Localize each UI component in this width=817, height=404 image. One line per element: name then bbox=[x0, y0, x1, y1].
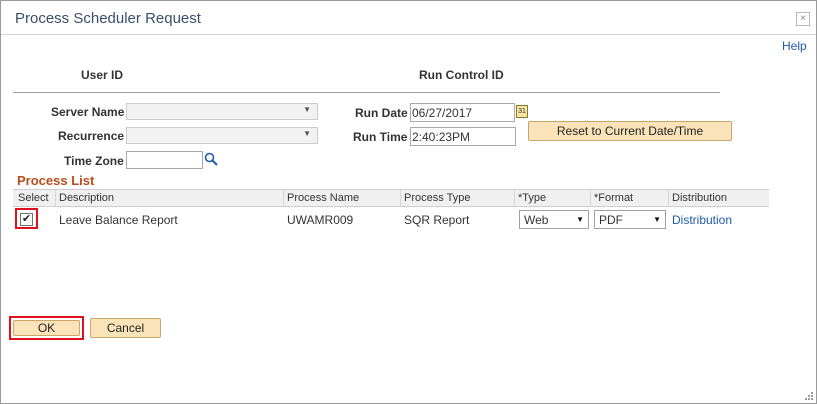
row-select-checkbox[interactable]: ✔ bbox=[20, 213, 33, 226]
run-date-label: Run Date bbox=[355, 106, 408, 120]
ok-button[interactable]: OK bbox=[13, 320, 80, 336]
header-divider bbox=[13, 92, 720, 93]
process-scheduler-dialog: Process Scheduler Request × Help User ID… bbox=[0, 0, 817, 404]
dialog-title: Process Scheduler Request bbox=[15, 10, 201, 27]
row-process-name: UWAMR009 bbox=[287, 213, 354, 227]
time-zone-label: Time Zone bbox=[64, 154, 124, 168]
run-time-input[interactable] bbox=[410, 127, 516, 146]
run-time-label: Run Time bbox=[353, 130, 408, 144]
row-format-value: PDF bbox=[599, 213, 623, 227]
column-divider bbox=[55, 190, 56, 207]
grid-header-row: Select Description Process Name Process … bbox=[13, 190, 769, 207]
reset-date-time-button[interactable]: Reset to Current Date/Time bbox=[528, 121, 732, 141]
column-divider bbox=[400, 190, 401, 207]
search-icon[interactable] bbox=[204, 152, 218, 166]
row-distribution-link[interactable]: Distribution bbox=[672, 213, 732, 227]
resize-grip-icon[interactable] bbox=[802, 389, 814, 401]
column-header-format: *Format bbox=[594, 192, 634, 204]
ok-button-highlight: OK bbox=[9, 316, 84, 340]
row-type-value: Web bbox=[524, 213, 549, 227]
column-divider bbox=[514, 190, 515, 207]
run-date-input[interactable] bbox=[410, 103, 515, 122]
row-description: Leave Balance Report bbox=[59, 213, 178, 227]
recurrence-select[interactable]: ▼ bbox=[126, 127, 318, 144]
column-header-description: Description bbox=[59, 192, 115, 204]
column-header-type: *Type bbox=[518, 192, 547, 204]
server-name-select[interactable]: ▼ bbox=[126, 103, 318, 120]
time-zone-input[interactable] bbox=[126, 151, 203, 169]
process-list-title: Process List bbox=[17, 173, 95, 188]
column-header-select: Select bbox=[18, 192, 49, 204]
title-divider bbox=[1, 34, 816, 35]
column-divider bbox=[668, 190, 669, 207]
column-header-distribution: Distribution bbox=[672, 192, 728, 204]
chevron-down-icon: ▼ bbox=[576, 215, 584, 224]
column-header-process-name: Process Name bbox=[287, 192, 360, 204]
dialog-titlebar: Process Scheduler Request × bbox=[1, 1, 816, 34]
close-icon[interactable]: × bbox=[796, 12, 810, 26]
cancel-button[interactable]: Cancel bbox=[90, 318, 161, 338]
recurrence-label: Recurrence bbox=[58, 129, 125, 143]
column-header-process-type: Process Type bbox=[404, 192, 471, 204]
column-divider bbox=[283, 190, 284, 207]
chevron-down-icon: ▼ bbox=[653, 215, 661, 224]
column-divider bbox=[590, 190, 591, 207]
row-format-select[interactable]: PDF ▼ bbox=[594, 210, 666, 229]
calendar-icon[interactable]: 31 bbox=[516, 105, 528, 118]
help-link[interactable]: Help bbox=[782, 39, 807, 53]
chevron-down-icon: ▼ bbox=[303, 105, 311, 114]
run-control-id-label: Run Control ID bbox=[419, 68, 504, 82]
user-id-label: User ID bbox=[81, 68, 124, 82]
server-name-label: Server Name bbox=[51, 105, 125, 119]
chevron-down-icon: ▼ bbox=[303, 129, 311, 138]
select-checkbox-highlight: ✔ bbox=[15, 208, 38, 229]
row-type-select[interactable]: Web ▼ bbox=[519, 210, 589, 229]
row-process-type: SQR Report bbox=[404, 213, 470, 227]
